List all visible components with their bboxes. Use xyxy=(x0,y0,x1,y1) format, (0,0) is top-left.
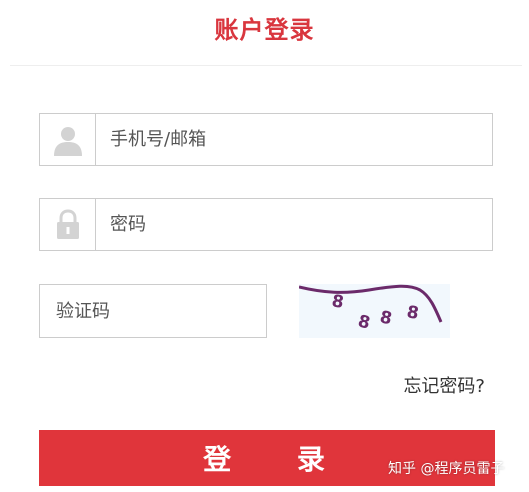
captcha-glyph: 8 xyxy=(405,302,420,324)
watermark-text: 知乎 @程序员雷子 xyxy=(388,461,505,477)
title-divider xyxy=(10,65,522,66)
lock-icon xyxy=(40,199,96,250)
account-field xyxy=(39,113,493,166)
password-field xyxy=(39,198,493,251)
user-icon xyxy=(40,114,96,165)
password-input[interactable] xyxy=(96,198,492,251)
account-input[interactable] xyxy=(96,113,492,166)
forgot-password-link[interactable]: 忘记密码? xyxy=(403,372,485,398)
captcha-glyph: 8 xyxy=(356,311,372,333)
captcha-image[interactable]: 8 8 8 8 xyxy=(298,284,450,338)
captcha-glyph: 8 xyxy=(330,291,345,313)
page-title: 账户登录 xyxy=(214,16,315,44)
captcha-glyph: 8 xyxy=(378,307,394,329)
captcha-field xyxy=(39,284,267,338)
captcha-input[interactable] xyxy=(40,284,266,338)
login-page: 账户登录 8 8 8 8 xyxy=(0,0,529,492)
